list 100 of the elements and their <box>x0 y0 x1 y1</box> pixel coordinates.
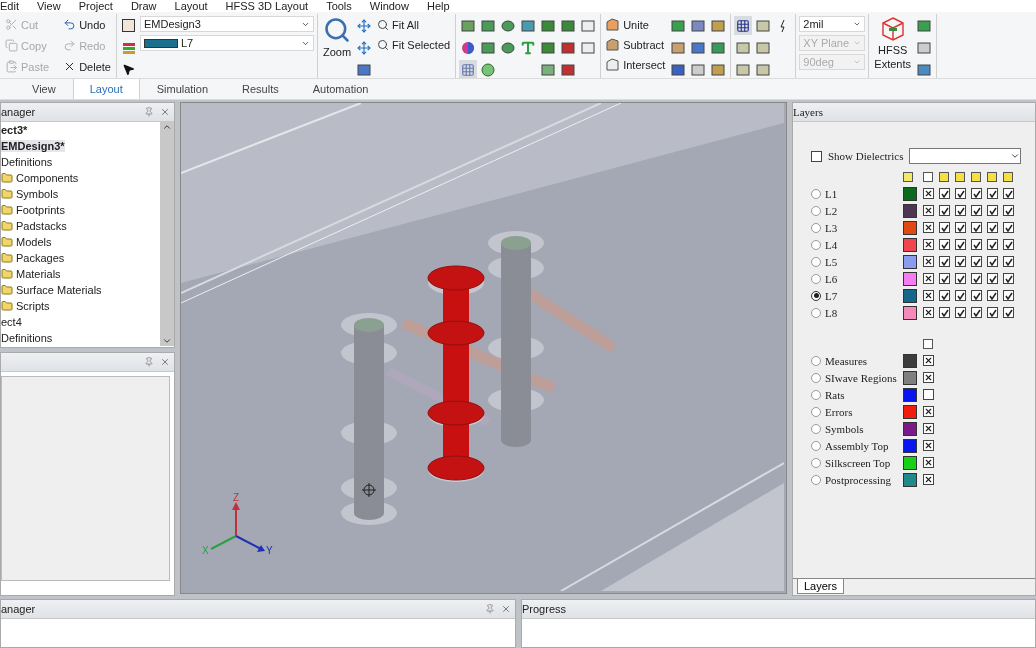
panel-tab[interactable]: Layers <box>797 579 845 594</box>
checkbox[interactable] <box>811 150 822 162</box>
boolean-button[interactable]: Unite <box>604 16 668 33</box>
layer-color[interactable] <box>903 421 917 436</box>
layer-color[interactable] <box>903 254 917 269</box>
radio-button[interactable] <box>811 423 821 434</box>
layer-color[interactable] <box>903 237 917 252</box>
checkbox[interactable] <box>955 239 966 250</box>
fit-button[interactable]: Fit Selected <box>375 36 453 53</box>
layer-color[interactable] <box>903 370 917 385</box>
tree-item[interactable]: Scripts <box>16 300 50 312</box>
layer-color[interactable] <box>903 220 917 235</box>
scroll-up-icon[interactable] <box>162 122 172 132</box>
layer-color[interactable] <box>903 271 917 286</box>
checkbox[interactable] <box>987 307 998 318</box>
checkbox[interactable] <box>923 188 934 199</box>
checkbox[interactable] <box>939 273 950 284</box>
radio-button[interactable] <box>811 290 821 301</box>
radio-button[interactable] <box>811 474 821 485</box>
layer-color[interactable] <box>903 186 917 201</box>
layer-color[interactable] <box>903 404 917 419</box>
scroll-down-icon[interactable] <box>162 336 172 346</box>
checkbox[interactable] <box>1003 273 1014 284</box>
layer-color[interactable] <box>903 288 917 303</box>
menu-item[interactable]: Window <box>369 1 409 12</box>
layer-color[interactable] <box>903 455 917 470</box>
menu-item[interactable]: Draw <box>130 1 157 12</box>
checkbox[interactable] <box>971 222 982 233</box>
radio-button[interactable] <box>811 457 821 468</box>
close-icon[interactable] <box>160 357 170 367</box>
checkbox[interactable] <box>971 239 982 250</box>
checkbox[interactable] <box>939 256 950 267</box>
radio-button[interactable] <box>811 389 821 400</box>
select-mode-button[interactable] <box>119 16 138 35</box>
tree-item[interactable]: ect3* <box>1 124 28 136</box>
layer-color[interactable] <box>903 353 917 368</box>
snap-grid-icon[interactable] <box>734 16 753 35</box>
menu-item[interactable]: Edit <box>0 1 19 12</box>
tree-item[interactable]: Definitions <box>1 156 53 168</box>
ribbon-tab[interactable]: View <box>15 79 73 99</box>
checkbox[interactable] <box>923 256 934 267</box>
checkbox[interactable] <box>923 474 934 485</box>
menu-item[interactable]: Layout <box>174 1 208 12</box>
checkbox[interactable] <box>955 307 966 318</box>
tree-item[interactable]: Symbols <box>16 188 59 200</box>
grid-icon[interactable] <box>459 60 478 78</box>
boolean-button[interactable]: Intersect <box>604 56 668 73</box>
settings-dropdown[interactable]: 2mil <box>799 16 866 32</box>
checkbox[interactable] <box>923 205 934 216</box>
checkbox[interactable] <box>987 256 998 267</box>
radio-button[interactable] <box>811 205 821 216</box>
checkbox[interactable] <box>987 290 998 301</box>
layer-color[interactable] <box>903 203 917 218</box>
checkbox[interactable] <box>1003 290 1014 301</box>
checkbox[interactable] <box>987 188 998 199</box>
ribbon-tab[interactable]: Automation <box>295 79 386 99</box>
checkbox[interactable] <box>939 290 950 301</box>
checkbox[interactable] <box>955 290 966 301</box>
tree-item[interactable]: EMDesign3* <box>1 140 65 152</box>
checkbox[interactable] <box>923 222 934 233</box>
menu-item[interactable]: Help <box>426 1 450 12</box>
checkbox[interactable] <box>1003 222 1014 233</box>
checkbox[interactable] <box>1003 239 1014 250</box>
fit-button[interactable]: Fit All <box>375 16 453 33</box>
tree-item[interactable]: ect4 <box>1 316 22 328</box>
ribbon-tab[interactable]: Results <box>225 79 296 99</box>
tree-item[interactable]: Definitions <box>1 332 53 344</box>
checkbox[interactable] <box>923 372 934 383</box>
checkbox[interactable] <box>971 188 982 199</box>
menu-item[interactable]: View <box>36 1 61 12</box>
checkbox[interactable] <box>923 423 934 434</box>
checkbox[interactable] <box>923 440 934 451</box>
checkbox[interactable] <box>1003 188 1014 199</box>
checkbox[interactable] <box>923 355 934 366</box>
checkbox[interactable] <box>1003 256 1014 267</box>
checkbox[interactable] <box>939 188 950 199</box>
checkbox[interactable] <box>939 205 950 216</box>
toolbar-button[interactable]: Delete <box>61 58 113 75</box>
3d-viewport[interactable]: Z X Y <box>180 102 787 594</box>
toolbar-button[interactable]: Undo <box>61 16 113 33</box>
radio-button[interactable] <box>811 188 821 199</box>
layer-dropdown[interactable]: L7 <box>139 35 314 51</box>
circle-icon[interactable] <box>479 60 498 78</box>
dielectrics-dropdown[interactable] <box>909 148 1022 164</box>
checkbox[interactable] <box>987 239 998 250</box>
tree-item[interactable]: Surface Materials <box>16 284 102 296</box>
radio-button[interactable] <box>811 355 821 366</box>
checkbox[interactable] <box>923 457 934 468</box>
checkbox[interactable] <box>955 256 966 267</box>
radio-button[interactable] <box>811 307 821 318</box>
checkbox[interactable] <box>939 239 950 250</box>
radio-button[interactable] <box>811 239 821 250</box>
boolean-button[interactable]: Subtract <box>604 36 668 53</box>
menu-item[interactable]: HFSS 3D Layout <box>225 1 309 12</box>
checkbox[interactable] <box>971 273 982 284</box>
layer-color[interactable] <box>903 305 917 320</box>
checkbox[interactable] <box>923 389 934 400</box>
layer-color[interactable] <box>903 438 917 453</box>
extents-button[interactable]: HFSS Extents <box>872 16 914 70</box>
checkbox[interactable] <box>987 222 998 233</box>
